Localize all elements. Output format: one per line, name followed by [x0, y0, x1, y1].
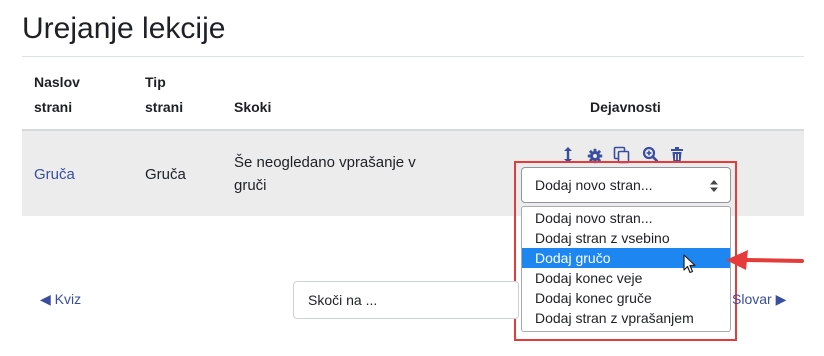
page-type-cell: Gruča	[145, 166, 186, 183]
table-header: Naslov strani Tip strani Skoki Dejavnost…	[22, 57, 804, 130]
header-actions: Dejavnosti	[590, 99, 661, 115]
header-page-title: Naslov strani	[34, 74, 80, 115]
annotation-arrow-icon	[726, 250, 804, 270]
header-jumps: Skoki	[234, 99, 272, 115]
jump-to-placeholder: Skoči na ...	[308, 292, 378, 308]
page-title-link[interactable]: Gruča	[34, 163, 75, 186]
jump-cell: Še neogledano vprašanje v gruči	[234, 154, 416, 194]
header-page-type: Tip strani	[145, 74, 184, 115]
annotation-highlight-frame	[514, 161, 737, 341]
page-title: Urejanje lekcije	[22, 12, 226, 45]
jump-to-select[interactable]: Skoči na ...	[293, 281, 519, 319]
prev-activity-link[interactable]: ◀ Kviz	[40, 290, 81, 308]
next-activity-link[interactable]: Slovar ▶	[732, 290, 786, 308]
